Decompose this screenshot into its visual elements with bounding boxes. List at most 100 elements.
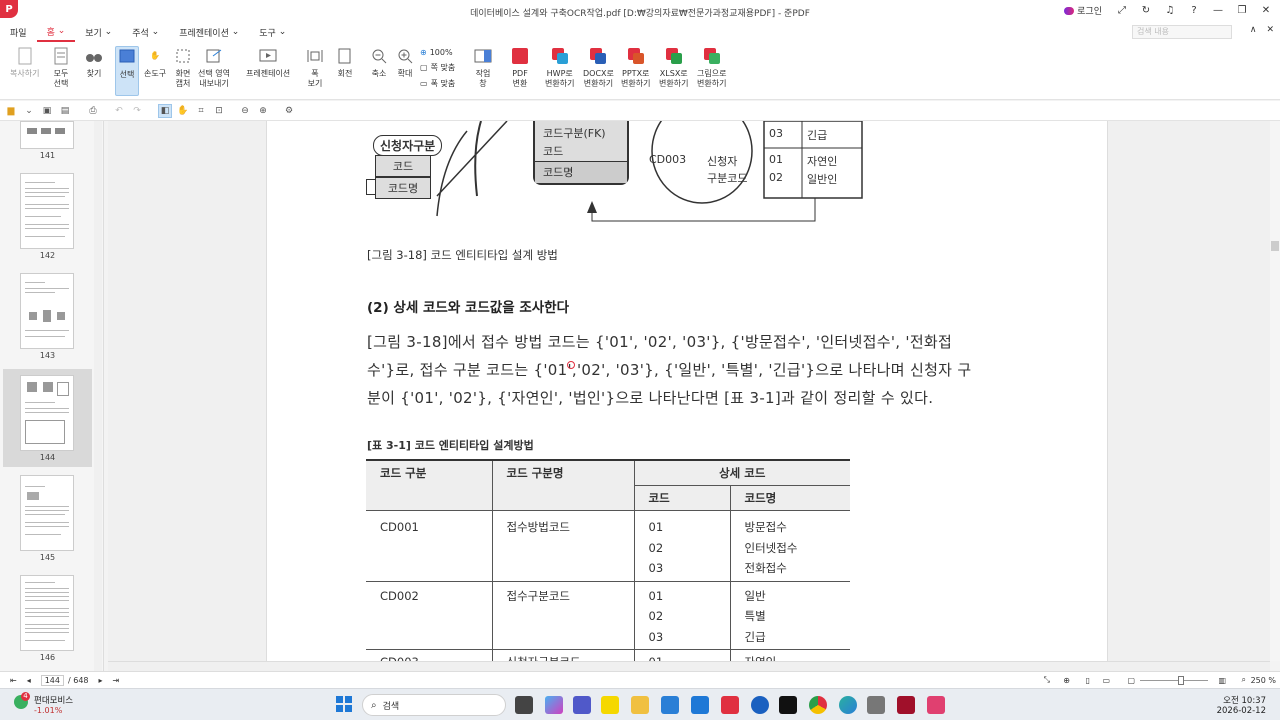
taskbar-search-input[interactable]: ⌕ 검색 bbox=[362, 694, 506, 716]
presentation-button[interactable]: 프레젠테이션 bbox=[246, 46, 290, 79]
hand-icon: ✋ bbox=[150, 51, 161, 60]
last-page-icon[interactable]: ⇥ bbox=[113, 676, 120, 685]
thumbnail-142[interactable] bbox=[20, 173, 74, 249]
zoom-100-button[interactable]: ⊕ 100% bbox=[420, 48, 455, 57]
menu-file[interactable]: 파일 bbox=[0, 22, 37, 42]
table-row: CD003 신청자구분코드 01 자연인 bbox=[366, 649, 850, 661]
copilot-icon[interactable] bbox=[545, 696, 563, 714]
refresh-icon[interactable]: ↻ bbox=[1136, 3, 1156, 19]
first-page-icon[interactable]: ⇤ bbox=[10, 676, 17, 685]
zoom-status-icon[interactable]: ⌕ bbox=[1242, 675, 1246, 685]
calendar-icon[interactable] bbox=[691, 696, 709, 714]
edge-icon[interactable] bbox=[839, 696, 857, 714]
undo-icon[interactable]: ↶ bbox=[112, 104, 126, 118]
export-selection-button[interactable]: 선택 영역 내보내기 bbox=[198, 46, 230, 89]
minimize-button[interactable]: — bbox=[1208, 3, 1228, 19]
task-view-icon[interactable] bbox=[515, 696, 533, 714]
next-page-icon[interactable]: ▸ bbox=[99, 676, 103, 685]
x-app-icon[interactable] bbox=[779, 696, 797, 714]
zoom-in-small-icon[interactable]: ⊕ bbox=[256, 104, 270, 118]
view-mode-icon[interactable]: ▢ bbox=[1127, 676, 1135, 685]
prev-page-icon[interactable]: ◂ bbox=[27, 676, 31, 685]
fit-page-button[interactable]: ▢ 쪽 맞춤 bbox=[420, 62, 455, 73]
select-button[interactable]: 선택 bbox=[115, 46, 139, 96]
save-as-icon[interactable]: ▤ bbox=[58, 104, 72, 118]
screen-capture-button[interactable]: 화면 캡처 bbox=[172, 46, 194, 89]
maps-icon[interactable] bbox=[751, 696, 769, 714]
expand-icon[interactable]: ⤢ bbox=[1112, 3, 1132, 19]
dropdown-icon[interactable]: ⌄ bbox=[22, 104, 36, 118]
settings-icon[interactable]: ⚙ bbox=[282, 104, 296, 118]
thumbnail-146[interactable] bbox=[20, 575, 74, 651]
snipping-icon[interactable] bbox=[867, 696, 885, 714]
menu-tools[interactable]: 도구 ⌄ bbox=[249, 22, 296, 42]
maximize-button[interactable]: ❐ bbox=[1232, 3, 1252, 19]
chrome-icon[interactable] bbox=[809, 696, 827, 714]
clock[interactable]: 오전 10:37 2026-02-12 bbox=[1217, 694, 1266, 716]
menu-view[interactable]: 보기 ⌄ bbox=[75, 22, 122, 42]
thumbnail-141[interactable] bbox=[20, 121, 74, 149]
teams-icon[interactable] bbox=[573, 696, 591, 714]
select-all-button[interactable]: 모두 선택 bbox=[50, 46, 72, 89]
find-button[interactable]: 찾기 bbox=[83, 46, 105, 79]
thumbnail-143[interactable] bbox=[20, 273, 74, 349]
menu-search-input[interactable]: 검색 내용 bbox=[1132, 25, 1232, 39]
double-page-icon[interactable]: ▭ bbox=[1102, 676, 1110, 685]
login-button[interactable]: 로그인 bbox=[1058, 2, 1108, 19]
redo-icon[interactable]: ↷ bbox=[130, 104, 144, 118]
zoom-slider[interactable] bbox=[1140, 680, 1208, 681]
horizontal-scrollbar[interactable] bbox=[108, 661, 1270, 671]
thumbnail-145[interactable] bbox=[20, 475, 74, 551]
zoom-out-small-icon[interactable]: ⊖ bbox=[238, 104, 252, 118]
close-doc-icon[interactable]: ✕ bbox=[1266, 25, 1274, 35]
to-docx-button[interactable]: DOCX로 변환하기 bbox=[583, 46, 614, 89]
menu-annotation[interactable]: 주석 ⌄ bbox=[122, 22, 169, 42]
thumbnail-144[interactable] bbox=[20, 375, 74, 451]
to-xlsx-button[interactable]: XLSX로 변환하기 bbox=[659, 46, 688, 89]
zoom-slider-thumb[interactable] bbox=[1178, 676, 1184, 685]
scroll-thumb[interactable] bbox=[1271, 241, 1279, 251]
help-icon[interactable]: ? bbox=[1184, 3, 1204, 19]
close-button[interactable]: ✕ bbox=[1256, 3, 1276, 19]
menu-home[interactable]: 홈 ⌄ bbox=[36, 22, 76, 42]
select-tool-icon[interactable]: ◧ bbox=[158, 103, 172, 118]
header-code-type: 코드 구분 bbox=[366, 460, 493, 511]
search-zoom-icon[interactable]: ⊕ bbox=[1063, 676, 1070, 685]
to-hwp-button[interactable]: HWP로 변환하기 bbox=[545, 46, 574, 89]
single-page-icon[interactable]: ▯ bbox=[1086, 676, 1090, 685]
task-pane-button[interactable]: 작업 창 bbox=[472, 46, 494, 89]
copy-button[interactable]: 복사하기 bbox=[10, 46, 39, 79]
bell-icon[interactable]: ♫ bbox=[1160, 3, 1180, 19]
width-view-button[interactable]: 폭 보기 bbox=[304, 46, 326, 89]
menu-presentation[interactable]: 프레젠테이션 ⌄ bbox=[169, 22, 249, 42]
collapse-ribbon-icon[interactable]: ∧ bbox=[1250, 25, 1257, 35]
save-icon[interactable]: ▣ bbox=[40, 104, 54, 118]
fit-icon[interactable]: ⤡ bbox=[1044, 675, 1050, 685]
capture-app-icon[interactable] bbox=[927, 696, 945, 714]
figure-code: 01 bbox=[769, 153, 783, 166]
kakaotalk-icon[interactable] bbox=[601, 696, 619, 714]
body-line: 수'}로, 접수 구분 코드는 {'01','02', '03'}, {'일반'… bbox=[367, 361, 972, 379]
fit-width-status-icon[interactable]: ▥ bbox=[1218, 676, 1226, 685]
rotate-button[interactable]: 회전 bbox=[334, 46, 356, 79]
pdf-active-icon[interactable] bbox=[897, 696, 915, 714]
fit-width-button[interactable]: ▭ 폭 맞춤 bbox=[420, 78, 455, 89]
windows-start-icon[interactable] bbox=[336, 696, 352, 712]
pdf-convert-button[interactable]: PDF 변환 bbox=[509, 46, 531, 89]
file-explorer-icon[interactable] bbox=[631, 696, 649, 714]
zoom-out-button[interactable]: 축소 bbox=[368, 46, 390, 79]
export-tool-icon[interactable]: ⊡ bbox=[212, 104, 226, 118]
capture-tool-icon[interactable]: ⌗ bbox=[194, 104, 208, 118]
to-image-button[interactable]: 그림으로 변환하기 bbox=[697, 46, 726, 89]
zoom-in-button[interactable]: 확대 bbox=[394, 46, 416, 79]
open-icon[interactable]: ▆ bbox=[4, 104, 18, 118]
store-icon[interactable] bbox=[661, 696, 679, 714]
pdf-app-icon[interactable] bbox=[721, 696, 739, 714]
hand-tool-button[interactable]: ✋ 손도구 bbox=[144, 46, 166, 79]
print-icon[interactable]: ⎙ bbox=[86, 104, 100, 118]
page-number-input[interactable]: 144 bbox=[40, 674, 64, 686]
hand-tool-icon[interactable]: ✋ bbox=[176, 104, 190, 118]
sidebar-scrollbar[interactable] bbox=[94, 121, 102, 673]
vertical-scrollbar[interactable] bbox=[1270, 121, 1280, 661]
to-pptx-button[interactable]: PPTX로 변환하기 bbox=[621, 46, 650, 89]
